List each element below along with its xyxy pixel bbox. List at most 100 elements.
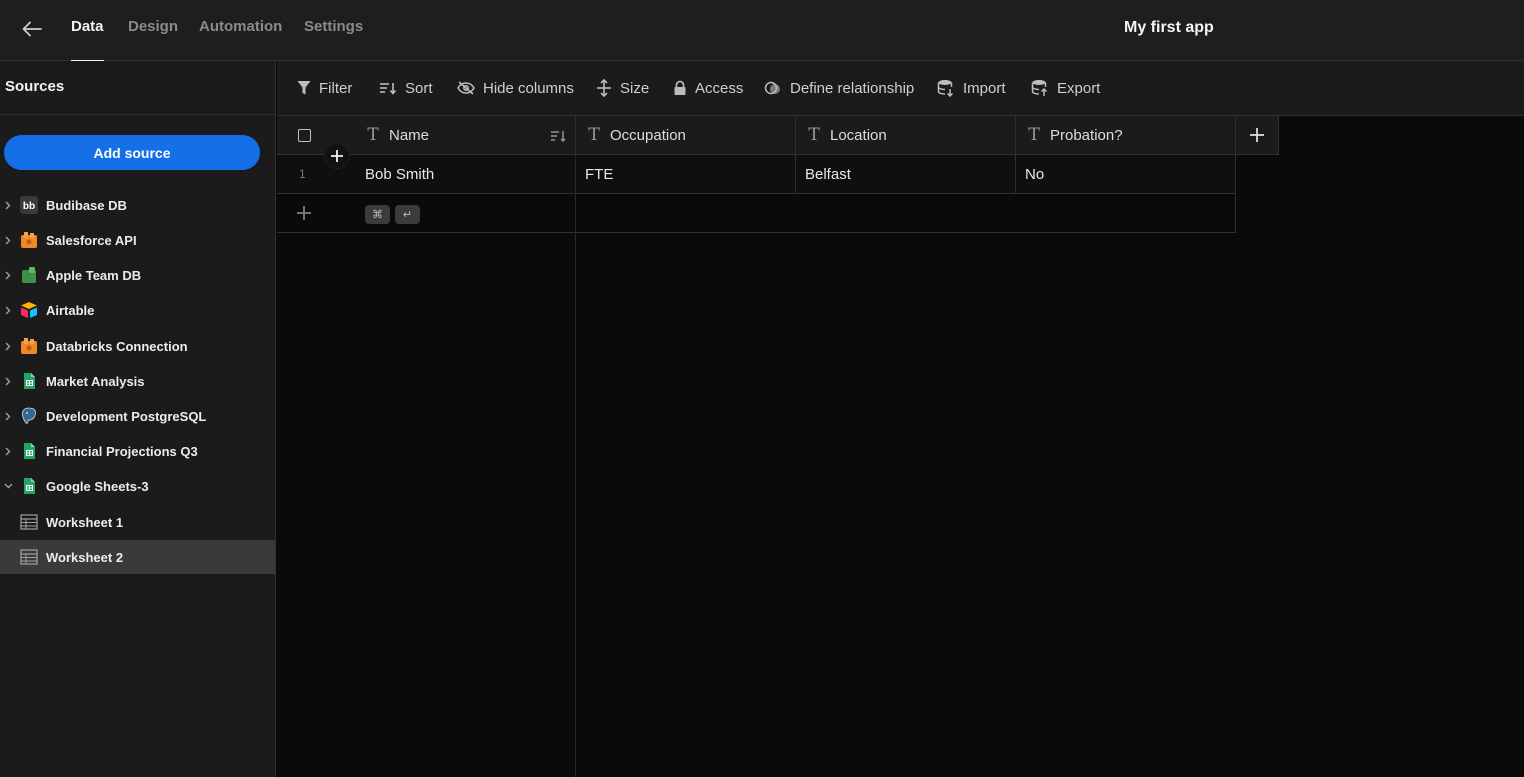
chevron-right-icon[interactable] xyxy=(3,411,13,421)
sort-icon[interactable] xyxy=(550,129,566,147)
column-header-label: Probation? xyxy=(1050,126,1123,144)
source-item-salesforce-api[interactable]: Salesforce API xyxy=(0,223,275,257)
column-header-label: Occupation xyxy=(610,126,686,144)
size-label: Size xyxy=(620,79,650,97)
filter-icon xyxy=(297,81,311,95)
back-arrow-icon[interactable] xyxy=(18,16,46,42)
sort-button[interactable]: Sort xyxy=(379,61,433,115)
tab-data[interactable]: Data xyxy=(71,0,104,62)
source-item-airtable[interactable]: Airtable xyxy=(0,293,275,327)
row-number: 1 xyxy=(299,167,306,181)
source-item-market-analysis[interactable]: Market Analysis xyxy=(0,364,275,398)
column-header-label: Location xyxy=(830,126,887,144)
google-sheets-icon xyxy=(20,477,38,495)
source-label: Databricks Connection xyxy=(46,338,188,354)
source-label: Apple Team DB xyxy=(46,267,142,283)
resize-icon xyxy=(597,79,611,97)
source-label: Financial Projections Q3 xyxy=(46,443,198,459)
add-column-button[interactable] xyxy=(1236,116,1279,155)
tab-automation[interactable]: Automation xyxy=(199,0,282,61)
table-item-worksheet-1[interactable]: Worksheet 1 xyxy=(0,505,275,539)
source-item-budibase-db[interactable]: bb Budibase DB xyxy=(0,188,275,222)
chevron-down-icon[interactable] xyxy=(3,481,13,491)
column-header-occupation[interactable]: T Occupation xyxy=(576,116,796,155)
data-grid: T Name T Occupation T Location T Probati… xyxy=(277,116,1524,777)
cell-name[interactable]: Bob Smith xyxy=(365,166,434,183)
define-relationship-label: Define relationship xyxy=(790,79,915,97)
plus-icon xyxy=(1250,128,1264,142)
import-button[interactable]: Import xyxy=(937,61,1006,115)
chevron-right-icon[interactable] xyxy=(3,200,13,210)
column-header-name[interactable]: T Name xyxy=(277,116,576,155)
add-source-button[interactable]: Add source xyxy=(4,135,260,170)
table-item-worksheet-2[interactable]: Worksheet 2 xyxy=(0,540,275,574)
add-row-icon[interactable] xyxy=(297,206,311,224)
sort-icon xyxy=(380,83,397,95)
table-label: Worksheet 1 xyxy=(46,514,124,530)
airtable-icon xyxy=(20,301,38,319)
text-type-icon: T xyxy=(367,125,379,145)
source-label: Budibase DB xyxy=(46,197,127,213)
chevron-right-icon[interactable] xyxy=(3,341,13,351)
export-database-icon xyxy=(1031,80,1048,96)
chevron-right-icon[interactable] xyxy=(3,446,13,456)
size-button[interactable]: Size xyxy=(596,61,649,115)
hide-columns-button[interactable]: Hide columns xyxy=(457,61,574,115)
source-item-google-sheets-3[interactable]: Google Sheets-3 xyxy=(0,469,275,503)
postgresql-icon xyxy=(20,407,38,425)
rest-api-icon xyxy=(20,231,38,249)
new-row[interactable] xyxy=(277,194,576,233)
cell-occupation[interactable]: FTE xyxy=(576,155,796,194)
hide-columns-label: Hide columns xyxy=(483,79,574,97)
chevron-right-icon[interactable] xyxy=(3,305,13,315)
column-header-probation[interactable]: T Probation? xyxy=(1016,116,1236,155)
chevron-right-icon[interactable] xyxy=(3,235,13,245)
sources-sidebar: Sources Add source bb Budibase DB Salesf… xyxy=(0,61,276,777)
text-type-icon: T xyxy=(588,125,600,145)
export-label: Export xyxy=(1057,79,1101,97)
command-key-hint: ⌘ xyxy=(365,205,390,224)
export-button[interactable]: Export xyxy=(1031,61,1100,115)
chevron-right-icon[interactable] xyxy=(3,270,13,280)
google-sheets-icon xyxy=(20,372,38,390)
source-item-development-postgresql[interactable]: Development PostgreSQL xyxy=(0,399,275,433)
filter-button[interactable]: Filter xyxy=(297,61,352,115)
new-row-cells[interactable] xyxy=(576,194,1236,233)
source-item-apple-team-db[interactable]: Apple Team DB xyxy=(0,258,275,292)
source-label: Market Analysis xyxy=(46,373,145,389)
app-title: My first app xyxy=(1124,19,1214,36)
eye-off-icon xyxy=(457,81,475,95)
cell-location[interactable]: Belfast xyxy=(796,155,1016,194)
table-icon xyxy=(20,513,38,531)
database-green-icon xyxy=(20,266,38,284)
define-relationship-button[interactable]: Define relationship xyxy=(764,61,914,115)
table-icon xyxy=(20,548,38,566)
top-bar: Data Design Automation Settings My first… xyxy=(0,0,1524,62)
filter-label: Filter xyxy=(319,79,353,97)
tab-design[interactable]: Design xyxy=(128,0,178,61)
column-header-location[interactable]: T Location xyxy=(796,116,1016,155)
source-item-financial-projections-q3[interactable]: Financial Projections Q3 xyxy=(0,434,275,468)
access-label: Access xyxy=(695,79,744,97)
rest-api-icon xyxy=(20,337,38,355)
cell-probation[interactable]: No xyxy=(1016,155,1236,194)
sort-label: Sort xyxy=(405,79,433,97)
select-all-checkbox[interactable] xyxy=(298,129,311,142)
lock-icon xyxy=(674,80,686,95)
source-label: Google Sheets-3 xyxy=(46,478,149,494)
source-item-databricks-connection[interactable]: Databricks Connection xyxy=(0,329,275,363)
access-button[interactable]: Access xyxy=(673,61,743,115)
add-row-above-button[interactable] xyxy=(324,143,350,169)
tab-settings[interactable]: Settings xyxy=(304,0,363,61)
table-label: Worksheet 2 xyxy=(46,549,124,565)
sidebar-title: Sources xyxy=(5,78,65,95)
table-row[interactable]: 1 Bob Smith xyxy=(277,155,576,194)
svg-text:bb: bb xyxy=(23,201,35,212)
text-type-icon: T xyxy=(808,125,820,145)
chevron-right-icon[interactable] xyxy=(3,376,13,386)
relationship-icon xyxy=(764,81,780,95)
budibase-icon: bb xyxy=(20,196,38,214)
enter-key-hint: ↵ xyxy=(395,205,420,224)
grid-toolbar: Filter Sort Hide columns Size Access Def… xyxy=(277,61,1524,116)
source-label: Salesforce API xyxy=(46,232,137,248)
